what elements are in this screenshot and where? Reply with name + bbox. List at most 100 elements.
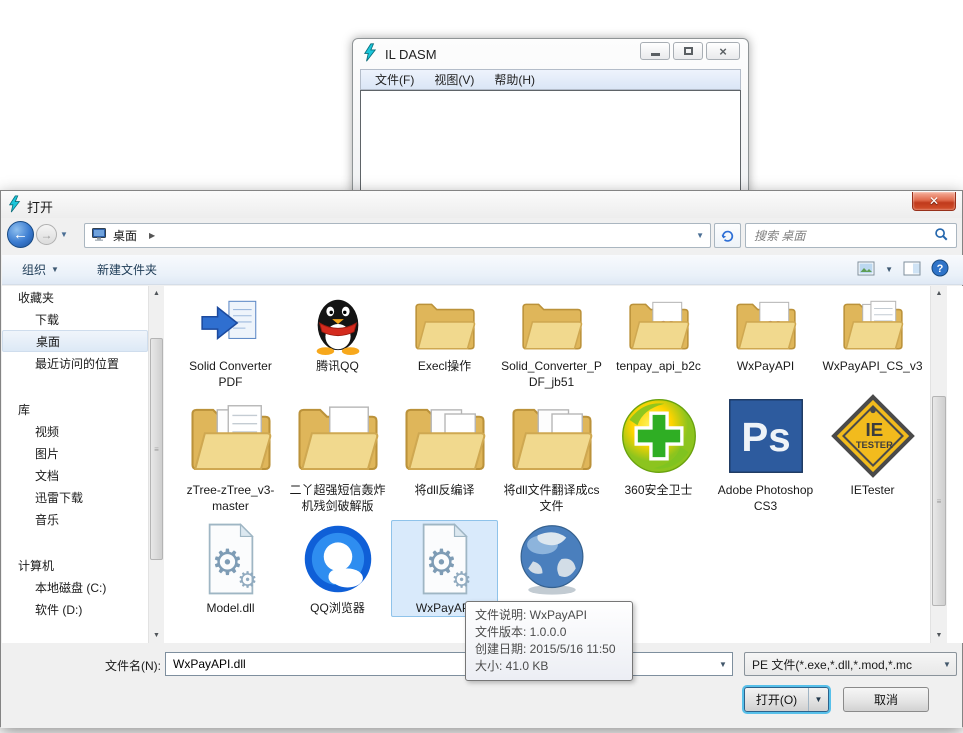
folder-docs-icon — [187, 393, 275, 479]
file-item-dll-decompile[interactable]: ⚙ 将dll反编译 — [391, 392, 498, 515]
file-item-label: WxPayAPI_CS_v3 — [822, 359, 923, 373]
scroll-up-icon[interactable]: ▲ — [932, 286, 946, 301]
file-item-solid-converter-pdf[interactable]: Solid Converter PDF — [177, 292, 284, 391]
sidebar-item-music[interactable]: ♪音乐 — [2, 508, 148, 540]
file-list-scrollbar-thumb[interactable]: ≡ — [932, 396, 946, 606]
navigation-sidebar: 收藏夹 ↓下载桌面最近访问的位置库视频图片文档迅雷下载 ♪音乐计算机本地磁盘 (C:… — [2, 286, 148, 643]
file-item-model-dll[interactable]: ⚙ ⚙ Model.dll — [177, 520, 284, 617]
menu-help[interactable]: 帮助(H) — [484, 71, 545, 88]
sidebar-item-documents[interactable]: 文档 — [2, 464, 148, 494]
ildasm-window: IL DASM × 文件(F) 视图(V) 帮助(H) — [352, 38, 749, 196]
file-item-excel-caozuo[interactable]: Execl操作 — [391, 292, 498, 391]
sidebar-item-libraries[interactable]: 库 — [2, 398, 148, 428]
file-item-ietester[interactable]: IE TESTER IETester — [819, 392, 926, 515]
refresh-button[interactable] — [714, 223, 741, 248]
search-icon[interactable] — [934, 227, 949, 245]
sidebar-scrollbar-thumb[interactable]: ≡ — [150, 338, 163, 560]
refresh-icon — [721, 230, 734, 242]
back-arrow-icon: ← — [13, 226, 28, 243]
scroll-down-icon[interactable]: ▼ — [932, 628, 946, 643]
new-folder-button[interactable]: 新建文件夹 — [89, 257, 165, 282]
qqbrowser-icon — [299, 521, 377, 597]
close-icon: × — [719, 43, 727, 59]
chevron-down-icon[interactable]: ▼ — [714, 660, 732, 669]
file-item-tenpay-api-b2c[interactable]: ∞ tenpay_api_b2c — [605, 292, 712, 391]
sidebar-item-label: 桌面 — [36, 334, 61, 349]
filename-combobox: ▼ — [165, 652, 733, 676]
views-dropdown-icon[interactable]: ▼ — [885, 265, 893, 274]
file-item-solid-converter-pdf-jb51[interactable]: Solid_Converter_PDF_jb51 — [498, 292, 605, 391]
sidebar-item-label: 收藏夹 — [18, 290, 55, 305]
new-folder-label: 新建文件夹 — [96, 263, 157, 277]
file-item-label: Model.dll — [206, 601, 255, 615]
file-item-360-safe[interactable]: 360安全卫士 — [605, 392, 712, 515]
scroll-up-icon[interactable]: ▲ — [150, 286, 163, 301]
file-item-adobe-photoshop-cs3[interactable]: Ps Adobe Photoshop CS3 — [712, 392, 819, 515]
cancel-button[interactable]: 取消 — [843, 687, 929, 712]
help-button[interactable]: ? — [931, 259, 949, 280]
menu-view[interactable]: 视图(V) — [424, 71, 484, 88]
360-icon — [615, 393, 703, 479]
ildasm-titlebar[interactable]: IL DASM — [363, 43, 437, 65]
search-input[interactable] — [746, 228, 934, 243]
file-list-scrollbar[interactable]: ▲ ≡ ▼ — [930, 286, 947, 643]
maximize-button[interactable] — [673, 42, 703, 60]
minimize-button[interactable] — [640, 42, 670, 60]
sidebar-item-thunder-downloads[interactable]: 迅雷下载 — [2, 486, 148, 516]
svg-text:?: ? — [937, 263, 944, 275]
breadcrumb-arrow-icon[interactable]: ▶ — [149, 231, 155, 240]
preview-pane-button[interactable] — [903, 261, 921, 279]
address-bar[interactable]: 桌面 ▶ ▼ — [84, 223, 711, 248]
file-item-sms-bomber[interactable]: ◆ 二丫超强短信轰炸机残剑破解版 — [284, 392, 391, 515]
file-item-wxpayapi-cs-v3[interactable]: WxPayAPI_CS_v3 — [819, 292, 926, 391]
open-button[interactable]: 打开(O) ▼ — [744, 687, 829, 712]
file-item-dll-to-cs[interactable]: ⚙ 将dll文件翻译成cs文件 — [498, 392, 605, 515]
breadcrumb-location[interactable]: 桌面 — [113, 227, 137, 244]
file-item-ztree-v3-master[interactable]: zTree-zTree_v3-master — [177, 392, 284, 515]
sidebar-item-recent-places[interactable]: 最近访问的位置 — [2, 352, 148, 383]
file-item-tencent-qq[interactable]: 腾讯QQ — [284, 292, 391, 391]
sidebar-item-downloads[interactable]: ↓下载 — [2, 308, 148, 340]
folder-pages-icon: ⚙ — [508, 393, 596, 479]
file-item-label: IETester — [850, 483, 895, 497]
tooltip-line: 文件版本: 1.0.0.0 — [475, 625, 567, 639]
close-button[interactable]: × — [706, 42, 740, 60]
ildasm-caption-buttons: × — [640, 42, 740, 60]
file-info-tooltip: 文件说明: WxPayAPI 文件版本: 1.0.0.0 创建日期: 2015/5/… — [465, 601, 633, 681]
scroll-down-icon[interactable]: ▼ — [150, 628, 163, 643]
sidebar-item-disk-d[interactable]: 软件 (D:) — [2, 598, 148, 626]
search-box — [745, 223, 957, 248]
file-item-qq-browser[interactable]: QQ浏览器 — [284, 520, 391, 617]
lightning-icon — [8, 195, 21, 216]
sidebar-item-pictures[interactable]: 图片 — [2, 442, 148, 471]
forward-button[interactable]: → — [36, 224, 57, 245]
sidebar-item-videos[interactable]: 视频 — [2, 420, 148, 449]
file-item-label: 360安全卫士 — [624, 483, 693, 497]
dialog-close-button[interactable]: ✕ — [912, 192, 956, 211]
lightning-icon — [363, 43, 377, 65]
sidebar-item-favorites[interactable]: 收藏夹 — [2, 286, 148, 317]
sidebar-item-desktop[interactable]: 桌面 — [2, 330, 148, 360]
sidebar-scrollbar[interactable]: ▲ ≡ ▼ — [148, 286, 164, 643]
file-item-label: Solid Converter PDF — [189, 359, 272, 389]
file-item-label: Solid_Converter_PDF_jb51 — [501, 359, 602, 389]
address-dropdown-icon[interactable]: ▼ — [696, 231, 704, 240]
filetype-combobox[interactable]: PE 文件(*.exe,*.dll,*.mod,*.mc ▼ — [744, 652, 957, 676]
organize-button[interactable]: 组织 ▼ — [14, 257, 67, 282]
dialog-titlebar[interactable]: 打开 ✕ — [1, 191, 962, 218]
filename-label: 文件名(N): — [105, 659, 161, 673]
dll-icon: ⚙ ⚙ — [406, 521, 484, 597]
sidebar-item-disk-c[interactable]: 本地磁盘 (C:) — [2, 576, 148, 604]
views-button[interactable] — [857, 261, 875, 279]
file-item-label: zTree-zTree_v3-master — [186, 483, 275, 513]
svg-text:⚙: ⚙ — [451, 568, 471, 593]
sidebar-item-computer[interactable]: 计算机 — [2, 554, 148, 584]
sidebar-item-label: 视频 — [35, 424, 60, 439]
nav-history-dropdown[interactable]: ▼ — [60, 230, 68, 239]
sidebar-item-label: 图片 — [35, 446, 60, 461]
open-button-dropdown[interactable]: ▼ — [808, 688, 828, 711]
qq-icon — [305, 293, 371, 355]
back-button[interactable]: ← — [7, 221, 34, 248]
file-item-wxpayapi-folder[interactable]: ∞ WxPayAPI — [712, 292, 819, 391]
menu-file[interactable]: 文件(F) — [365, 71, 424, 88]
